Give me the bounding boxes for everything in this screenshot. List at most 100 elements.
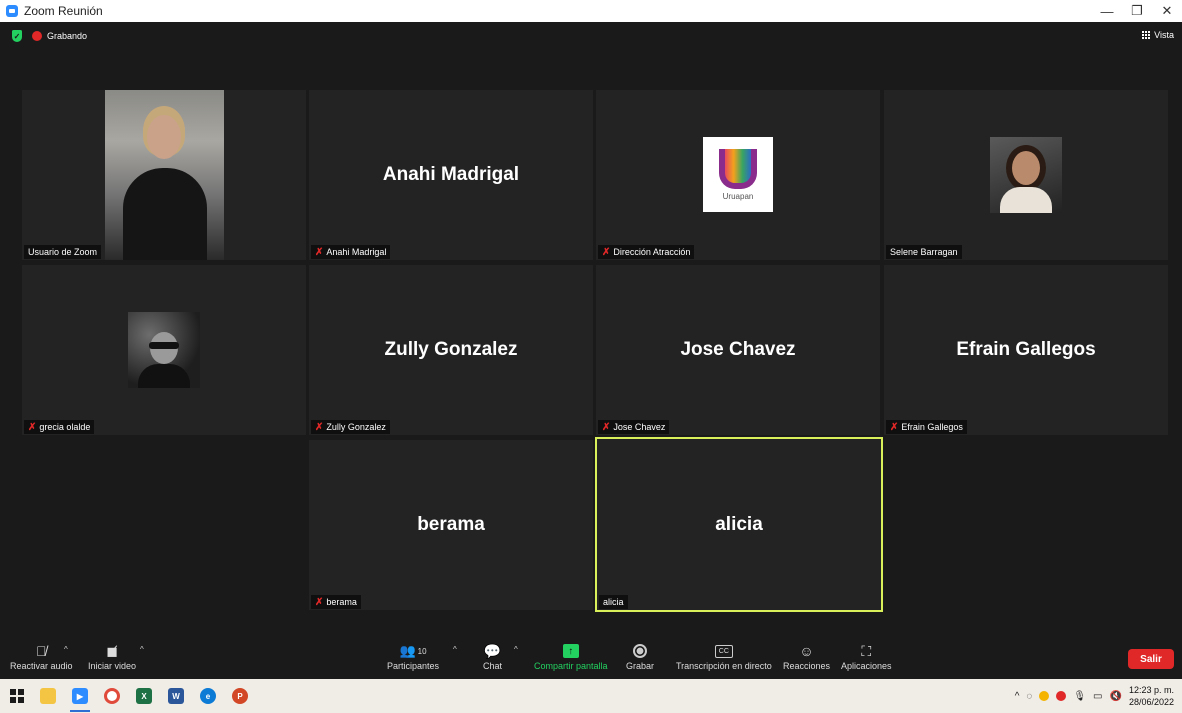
record-label: Grabar — [626, 661, 655, 671]
participant-name: alicia — [603, 597, 624, 607]
chrome-icon[interactable] — [104, 688, 120, 704]
leave-button[interactable]: Salir — [1128, 649, 1174, 669]
participant-tile[interactable]: ✗ grecia olalde — [22, 265, 306, 435]
participant-tile[interactable]: berama ✗ berama — [309, 440, 593, 610]
participants-button[interactable]: 👥 10 Participantes — [387, 641, 439, 671]
smiley-icon: ☺ — [799, 643, 814, 659]
muted-mic-icon: ✗ — [602, 246, 611, 258]
recording-indicator[interactable]: Grabando — [32, 31, 87, 41]
muted-mic-icon: ✗ — [315, 246, 324, 258]
participants-options-chevron-icon[interactable]: ^ — [453, 645, 457, 654]
chat-bubble-icon: 💬 — [483, 642, 502, 659]
video-options-chevron-icon[interactable]: ^ — [140, 645, 144, 654]
close-button[interactable]: ✕ — [1152, 0, 1182, 22]
microphone-tray-icon[interactable]: 🎙 — [1073, 691, 1086, 702]
muted-mic-icon: ✗ — [28, 421, 37, 433]
participants-icon: 👥 10 — [399, 643, 427, 658]
muted-microphone-icon: 🎙̸ — [36, 643, 47, 659]
share-screen-button[interactable]: ↑ Compartir pantalla — [534, 641, 608, 671]
edge-icon[interactable]: e — [200, 688, 216, 704]
window-controls: — ❐ ✕ — [1092, 0, 1182, 22]
tray-app-icon[interactable] — [1039, 691, 1050, 701]
participant-display-name: Zully Gonzalez — [384, 339, 518, 360]
participants-count: 10 — [417, 646, 427, 656]
participant-display-name: Efrain Gallegos — [956, 339, 1096, 360]
participant-display-name: Anahi Madrigal — [382, 164, 520, 185]
title-bar: Zoom Reunión — ❐ ✕ — [0, 0, 1182, 22]
reactions-label: Reacciones — [783, 661, 831, 671]
view-button[interactable]: Vista — [1142, 30, 1174, 40]
participant-name-label: alicia — [599, 595, 628, 609]
muted-mic-icon: ✗ — [890, 421, 899, 433]
share-screen-label: Compartir pantalla — [534, 661, 608, 671]
record-dot-icon — [32, 31, 42, 41]
participant-name-label: Selene Barragan — [886, 245, 962, 259]
audio-options-chevron-icon[interactable]: ^ — [64, 645, 68, 654]
excel-icon[interactable]: X — [136, 688, 152, 704]
record-icon — [633, 644, 647, 658]
maximize-button[interactable]: ❐ — [1122, 0, 1152, 22]
meeting-area: Grabando Vista Usuario de Zoom Anahi Mad… — [0, 22, 1182, 679]
participant-avatar — [128, 312, 200, 388]
live-transcription-label: Transcripción en directo — [676, 661, 772, 671]
zoom-taskbar-icon[interactable]: ▶ — [70, 688, 90, 712]
clock[interactable]: 12:23 p. m. 28/06/2022 — [1129, 684, 1174, 708]
volume-muted-icon[interactable]: 🔇 — [1110, 691, 1122, 702]
participant-name: Dirección Atracción — [613, 247, 691, 257]
participant-name: Anahi Madrigal — [326, 247, 387, 257]
participant-name-label: ✗ berama — [311, 595, 361, 609]
muted-mic-icon: ✗ — [602, 421, 611, 433]
participant-name-label: Usuario de Zoom — [24, 245, 102, 259]
participant-tile[interactable]: Uruapan ✗ Dirección Atracción — [596, 90, 880, 260]
chat-options-chevron-icon[interactable]: ^ — [514, 645, 518, 654]
video-off-icon: ◼̸ — [106, 642, 118, 659]
network-icon[interactable]: ▭ — [1093, 691, 1102, 702]
grid-view-icon — [1142, 30, 1152, 40]
unmute-label: Reactivar audio — [10, 661, 73, 671]
participant-name: Zully Gonzalez — [326, 422, 386, 432]
participant-name-label: ✗ Jose Chavez — [598, 420, 670, 434]
participant-name-label: ✗ Anahi Madrigal — [311, 245, 391, 259]
minimize-button[interactable]: — — [1092, 0, 1122, 22]
windows-taskbar: ▶ X W e P ^ ◌ 🎙 ▭ 🔇 12:23 p. m. 28/06/20… — [0, 679, 1182, 713]
participant-name: grecia olalde — [39, 422, 91, 432]
participant-name: Efrain Gallegos — [901, 422, 963, 432]
tray-app-icon[interactable] — [1056, 691, 1067, 701]
system-tray: ^ ◌ 🎙 ▭ 🔇 12:23 p. m. 28/06/2022 — [1015, 679, 1174, 713]
security-shield-icon[interactable] — [12, 30, 22, 42]
meeting-status: Grabando — [12, 30, 87, 42]
apps-label: Aplicaciones — [841, 661, 892, 671]
participant-tile[interactable]: Usuario de Zoom — [22, 90, 306, 260]
show-hidden-icons-chevron-icon[interactable]: ^ — [1015, 691, 1020, 702]
file-explorer-icon[interactable] — [40, 688, 56, 704]
start-video-button[interactable]: ◼̸ Iniciar video — [88, 641, 137, 672]
reactions-button[interactable]: ☺ Reacciones — [783, 641, 830, 671]
live-transcription-button[interactable]: CC Transcripción en directo — [676, 641, 772, 671]
chat-button[interactable]: 💬 Chat — [483, 641, 503, 672]
windows-start-icon[interactable] — [10, 689, 24, 703]
participant-tile[interactable]: Selene Barragan — [884, 90, 1168, 260]
participant-tile[interactable]: Anahi Madrigal ✗ Anahi Madrigal — [309, 90, 593, 260]
start-video-label: Iniciar video — [88, 661, 137, 671]
apps-button[interactable]: ⛶ Aplicaciones — [841, 641, 892, 672]
active-speaker-tile[interactable]: alicia alicia — [595, 437, 883, 612]
tray-app-icon[interactable]: ◌ — [1026, 691, 1032, 702]
participant-tile[interactable]: Efrain Gallegos ✗ Efrain Gallegos — [884, 265, 1168, 435]
powerpoint-icon[interactable]: P — [232, 688, 248, 704]
word-icon[interactable]: W — [168, 688, 184, 704]
participant-name: berama — [326, 597, 357, 607]
record-button[interactable]: Grabar — [626, 641, 654, 671]
participant-name-label: ✗ Efrain Gallegos — [886, 420, 967, 434]
participant-name-label: ✗ Zully Gonzalez — [311, 420, 390, 434]
participant-tile[interactable]: Jose Chavez ✗ Jose Chavez — [596, 265, 880, 435]
chat-label: Chat — [483, 661, 503, 671]
participant-tile[interactable]: Zully Gonzalez ✗ Zully Gonzalez — [309, 265, 593, 435]
participant-name: Selene Barragan — [890, 247, 958, 257]
clock-date: 28/06/2022 — [1128, 697, 1174, 707]
muted-mic-icon: ✗ — [315, 596, 324, 608]
participant-name: Usuario de Zoom — [28, 247, 98, 257]
view-label: Vista — [1154, 30, 1174, 40]
meeting-controls: 🎙̸ Reactivar audio ^ ◼̸ Iniciar video ^ … — [0, 637, 1182, 679]
participant-name: Jose Chavez — [613, 422, 666, 432]
zoom-app-icon — [6, 5, 18, 17]
